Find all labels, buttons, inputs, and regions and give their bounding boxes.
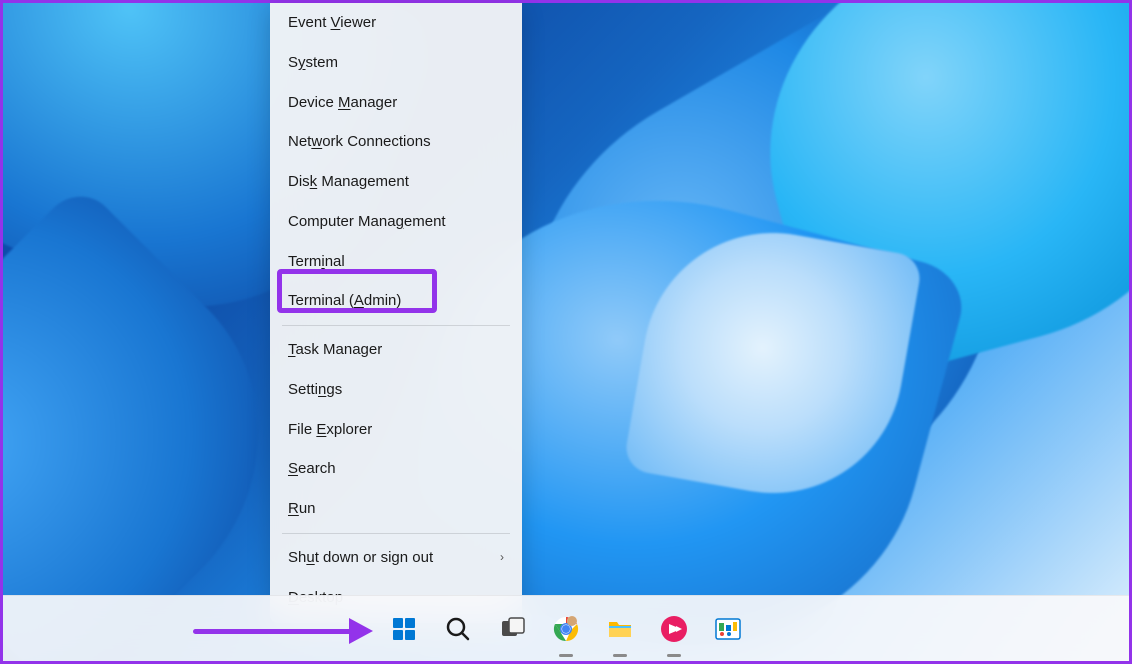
taskbar-file-explorer[interactable] bbox=[598, 607, 642, 651]
taskbar-chrome[interactable] bbox=[544, 607, 588, 651]
menu-item-label: System bbox=[288, 52, 338, 74]
menu-item-label: Device Manager bbox=[288, 92, 397, 114]
control-panel-icon bbox=[714, 615, 742, 643]
menu-item-file-explorer[interactable]: File Explorer bbox=[270, 410, 522, 450]
menu-item-shut-down-or-sign-out[interactable]: Shut down or sign out › bbox=[270, 538, 522, 578]
menu-item-task-manager[interactable]: Task Manager bbox=[270, 330, 522, 370]
menu-item-label: Task Manager bbox=[288, 339, 382, 361]
menu-item-label: Computer Management bbox=[288, 211, 446, 233]
menu-item-label: Terminal bbox=[288, 251, 345, 273]
running-indicator bbox=[559, 654, 573, 657]
menu-item-label: File Explorer bbox=[288, 419, 372, 441]
start-icon bbox=[390, 615, 418, 643]
menu-item-network-connections[interactable]: Network Connections bbox=[270, 122, 522, 162]
taskbar-recorder[interactable] bbox=[652, 607, 696, 651]
taskbar-control-panel[interactable] bbox=[706, 607, 750, 651]
menu-item-label: Network Connections bbox=[288, 131, 431, 153]
menu-item-label: Run bbox=[288, 498, 316, 520]
menu-item-terminal-admin[interactable]: Terminal (Admin) bbox=[270, 281, 522, 321]
running-indicator bbox=[667, 654, 681, 657]
menu-item-label: Disk Management bbox=[288, 171, 409, 193]
menu-item-label: Search bbox=[288, 458, 336, 480]
winx-context-menu[interactable]: Event Viewer System Device Manager Network … bbox=[270, 3, 522, 623]
menu-item-disk-management[interactable]: Disk Management bbox=[270, 162, 522, 202]
menu-item-label: Shut down or sign out bbox=[288, 547, 433, 569]
chrome-icon bbox=[552, 615, 580, 643]
recorder-icon bbox=[660, 615, 688, 643]
running-indicator bbox=[613, 654, 627, 657]
menu-item-run[interactable]: Run bbox=[270, 489, 522, 529]
menu-item-label: Terminal (Admin) bbox=[288, 290, 401, 312]
taskbar-task-view[interactable] bbox=[490, 607, 534, 651]
menu-item-search[interactable]: Search bbox=[270, 449, 522, 489]
desktop-background bbox=[3, 3, 1129, 661]
menu-item-terminal[interactable]: Terminal bbox=[270, 242, 522, 282]
menu-item-computer-management[interactable]: Computer Management bbox=[270, 202, 522, 242]
chevron-right-icon: › bbox=[500, 549, 504, 566]
menu-separator bbox=[282, 325, 510, 326]
file-explorer-icon bbox=[606, 615, 634, 643]
search-icon bbox=[444, 615, 472, 643]
menu-item-label: Settings bbox=[288, 379, 342, 401]
wallpaper-bloom bbox=[3, 3, 1129, 661]
menu-item-event-viewer[interactable]: Event Viewer bbox=[270, 3, 522, 43]
menu-item-system[interactable]: System bbox=[270, 43, 522, 83]
taskbar-search[interactable] bbox=[436, 607, 480, 651]
task-view-icon bbox=[498, 615, 526, 643]
menu-item-label: Event Viewer bbox=[288, 12, 376, 34]
taskbar[interactable] bbox=[3, 595, 1129, 661]
menu-separator bbox=[282, 533, 510, 534]
menu-item-device-manager[interactable]: Device Manager bbox=[270, 83, 522, 123]
taskbar-start[interactable] bbox=[382, 607, 426, 651]
menu-item-settings[interactable]: Settings bbox=[270, 370, 522, 410]
